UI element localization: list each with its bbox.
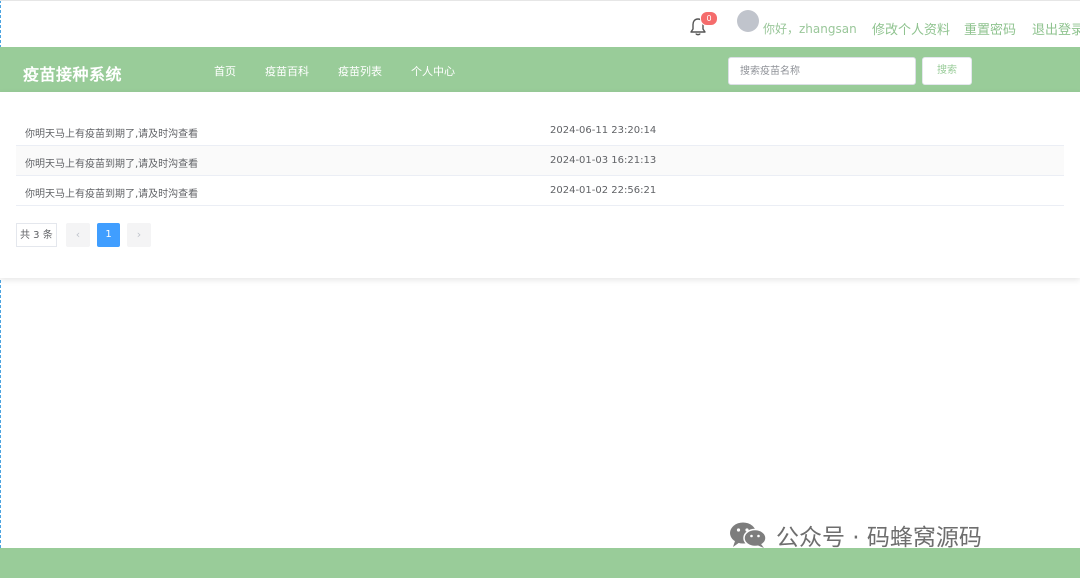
message-time: 2024-06-11 23:20:14	[550, 125, 657, 136]
table-row[interactable]: 你明天马上有疫苗到期了,请及时沟查看 2024-01-03 16:21:13	[16, 146, 1064, 176]
search-button[interactable]: 搜索	[922, 57, 972, 85]
site-brand[interactable]: 疫苗接种系统	[23, 61, 122, 85]
message-time: 2024-01-03 16:21:13	[550, 155, 657, 166]
nav-item-vaccine-encyclopedia[interactable]: 疫苗百科	[265, 63, 309, 79]
message-text: 你明天马上有疫苗到期了,请及时沟查看	[25, 189, 199, 200]
top-bar: 0 你好，zhangsan 修改个人资料 重置密码 退出登录	[0, 0, 1080, 47]
nav-item-personal-center[interactable]: 个人中心	[411, 63, 455, 79]
edit-profile-link[interactable]: 修改个人资料	[872, 19, 950, 38]
reset-password-link[interactable]: 重置密码	[964, 19, 1016, 38]
message-card: 你明天马上有疫苗到期了,请及时沟查看 2024-06-11 23:20:14 你…	[0, 92, 1080, 278]
avatar[interactable]	[737, 10, 759, 32]
greeting-text: 你好，zhangsan	[763, 22, 857, 36]
wechat-icon	[730, 522, 767, 548]
pagination-page-current[interactable]: 1	[97, 223, 120, 247]
message-text: 你明天马上有疫苗到期了,请及时沟查看	[25, 129, 199, 140]
pagination-total: 共 3 条	[16, 223, 57, 247]
notification-badge: 0	[700, 11, 718, 26]
nav-item-vaccine-list[interactable]: 疫苗列表	[338, 63, 382, 79]
table-row[interactable]: 你明天马上有疫苗到期了,请及时沟查看 2024-06-11 23:20:14	[16, 116, 1064, 146]
message-text: 你明天马上有疫苗到期了,请及时沟查看	[25, 159, 199, 170]
table-row[interactable]: 你明天马上有疫苗到期了,请及时沟查看 2024-01-02 22:56:21	[16, 176, 1064, 206]
search-input[interactable]	[728, 57, 916, 85]
pagination-next-button[interactable]: ›	[127, 223, 151, 247]
message-time: 2024-01-02 22:56:21	[550, 185, 657, 196]
watermark: 公众号 · 码蜂窝源码	[728, 518, 982, 552]
nav-bar: 疫苗接种系统 首页 疫苗百科 疫苗列表 个人中心 搜索	[0, 47, 1080, 92]
pagination-prev-button[interactable]: ‹	[66, 223, 90, 247]
logout-link[interactable]: 退出登录	[1032, 19, 1080, 38]
nav-item-home[interactable]: 首页	[214, 63, 236, 79]
watermark-text: 公众号 · 码蜂窝源码	[776, 525, 982, 551]
footer-bar	[0, 548, 1080, 578]
